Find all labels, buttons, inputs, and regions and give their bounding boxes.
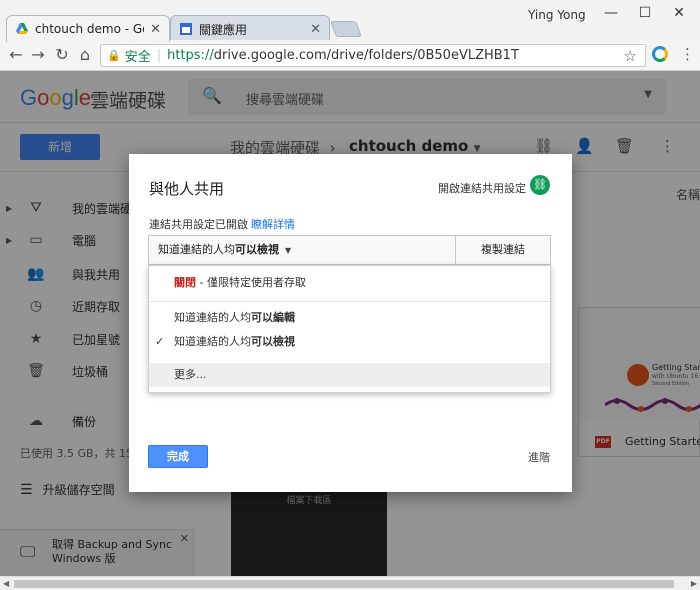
menu-divider	[149, 301, 550, 302]
address-bar[interactable]: 🔒 安全 | https:// drive.google.com/drive/f…	[100, 44, 646, 67]
browser-titlebar: chtouch demo - Google ✕ 關鍵應用 ✕ Ying Yong…	[0, 0, 700, 42]
copy-link-button[interactable]: 複製連結	[455, 235, 551, 265]
option-edit-value: 可以編輯	[251, 311, 295, 324]
close-window-button[interactable]: ✕	[664, 5, 694, 21]
bookmark-star-icon[interactable]: ☆	[624, 47, 637, 65]
learn-more-link[interactable]: 瞭解詳情	[251, 216, 295, 232]
link-sharing-settings-label[interactable]: 開啟連結共用設定	[438, 180, 526, 196]
tab-chtouch-demo[interactable]: chtouch demo - Google ✕	[6, 15, 170, 42]
checkmark-icon: ✓	[155, 335, 165, 348]
menu-item-off[interactable]: 關閉 - 僅限特定使用者存取	[149, 271, 550, 295]
browser-toolbar: ← → ↻ ⌂ 🔒 安全 | https:// drive.google.com…	[0, 40, 700, 71]
option-view-value: 可以檢視	[251, 335, 295, 348]
chevron-down-icon: ▼	[285, 246, 292, 255]
link-icon[interactable]: ⛓	[530, 175, 550, 195]
url-scheme: https://	[167, 48, 214, 63]
option-more-label: 更多...	[174, 368, 207, 381]
access-value: 可以檢視	[235, 243, 279, 256]
reload-icon[interactable]: ↻	[52, 45, 72, 64]
calendar-icon	[180, 23, 192, 35]
minimize-button[interactable]: —	[596, 5, 626, 21]
home-icon[interactable]: ⌂	[75, 45, 95, 64]
forward-arrow-icon[interactable]: →	[28, 45, 48, 64]
menu-item-can-view[interactable]: ✓ 知道連結的人均可以檢視	[149, 330, 550, 354]
browser-menu-icon[interactable]: ⋮	[680, 45, 695, 63]
url-text: drive.google.com/drive/folders/0B50eVLZH…	[213, 48, 519, 63]
lock-icon: 🔒	[107, 49, 121, 62]
back-arrow-icon[interactable]: ←	[6, 45, 26, 64]
dialog-title: 與他人共用	[149, 180, 225, 198]
access-dropdown-menu: 關閉 - 僅限特定使用者存取 知道連結的人均可以編輯 ✓ 知道連結的人均可以檢視…	[148, 265, 551, 393]
maximize-button[interactable]: ☐	[630, 5, 660, 21]
google-drive-icon	[16, 23, 28, 34]
omnibox-divider: |	[156, 48, 162, 63]
advanced-link[interactable]: 進階	[528, 449, 550, 465]
option-view-prefix: 知道連結的人均	[174, 335, 251, 348]
link-sharing-status: 連結共用設定已開啟	[149, 218, 248, 231]
link-access-select[interactable]: 知道連結的人均可以檢視 ▼	[148, 235, 456, 265]
scroll-right-icon[interactable]: ▶	[691, 579, 697, 588]
tab-close-icon[interactable]: ✕	[150, 22, 161, 37]
share-dialog: 與他人共用 開啟連結共用設定 ⛓ 連結共用設定已開啟 瞭解詳情 知道連結的人均可…	[129, 154, 572, 492]
done-button[interactable]: 完成	[148, 445, 208, 468]
tab-title: chtouch demo - Google	[35, 22, 144, 36]
access-prefix: 知道連結的人均	[158, 243, 235, 256]
tab-title: 關鍵應用	[199, 22, 248, 37]
new-tab-button[interactable]	[330, 21, 362, 37]
tab-close-icon[interactable]: ✕	[310, 22, 321, 37]
menu-item-more[interactable]: 更多...	[149, 363, 550, 387]
horizontal-scrollbar[interactable]: ◀ ▶	[0, 576, 700, 590]
menu-item-can-edit[interactable]: 知道連結的人均可以編輯	[149, 306, 550, 330]
option-off-label: 關閉	[174, 276, 196, 289]
secure-label: 安全	[124, 50, 151, 65]
scrollbar-thumb[interactable]	[14, 580, 674, 588]
option-edit-prefix: 知道連結的人均	[174, 311, 251, 324]
tab-key-apps[interactable]: 關鍵應用 ✕	[170, 15, 330, 42]
option-off-desc: - 僅限特定使用者存取	[196, 276, 306, 289]
chrome-extension-icon[interactable]	[652, 46, 668, 62]
scroll-left-icon[interactable]: ◀	[3, 579, 9, 588]
profile-name[interactable]: Ying Yong	[528, 8, 586, 22]
